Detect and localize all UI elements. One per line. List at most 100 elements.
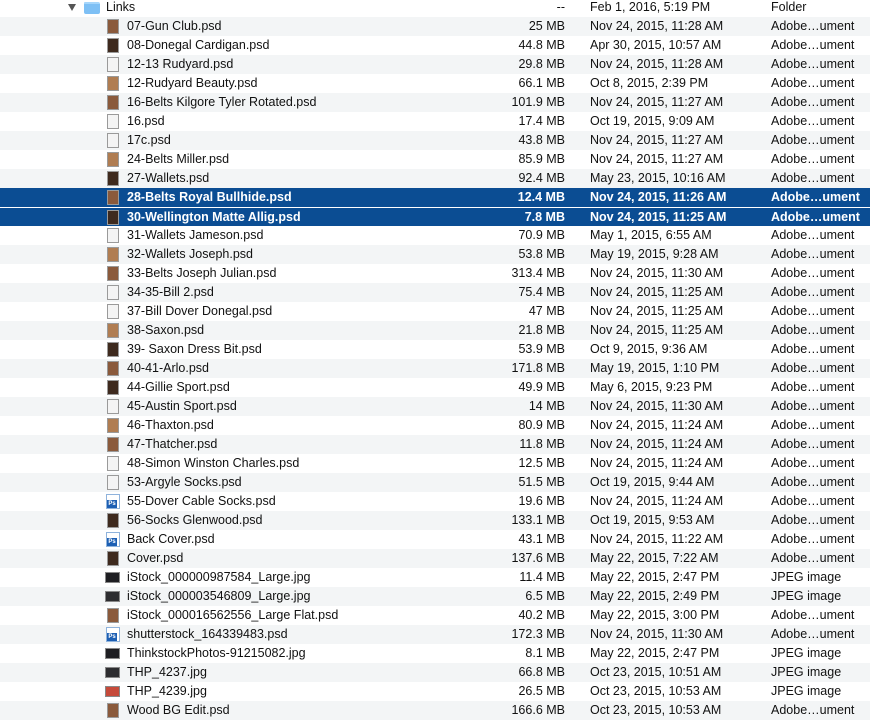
file-kind: Adobe…ument bbox=[771, 361, 855, 375]
file-name: 27-Wallets.psd bbox=[127, 171, 210, 185]
file-row[interactable]: 38-Saxon.psd 21.8 MB Nov 24, 2015, 11:25 A… bbox=[0, 321, 870, 340]
folder-row-links[interactable]: Links -- Feb 1, 2016, 5:19 PM Folder bbox=[0, 0, 870, 17]
jpeg-thumbnail-icon bbox=[105, 667, 120, 678]
file-size: 29.8 MB bbox=[518, 57, 565, 71]
file-row[interactable]: 31-Wallets Jameson.psd 70.9 MB May 1, 2015… bbox=[0, 226, 870, 245]
file-row[interactable]: 16-Belts Kilgore Tyler Rotated.psd 101.9 … bbox=[0, 93, 870, 112]
file-row[interactable]: Wood BG Edit.psd 166.6 MB Oct 23, 2015, 10… bbox=[0, 701, 870, 720]
file-row[interactable]: iStock_000003546809_Large.jpg 6.5 MB May 2… bbox=[0, 587, 870, 606]
file-row[interactable]: 33-Belts Joseph Julian.psd 313.4 MB Nov 24… bbox=[0, 264, 870, 283]
file-row[interactable]: 30-Wellington Matte Allig.psd 7.8 MB Nov 2… bbox=[0, 207, 870, 226]
psd-thumbnail-icon bbox=[107, 76, 119, 91]
file-row[interactable]: 12-Rudyard Beauty.psd 66.1 MB Oct 8, 2015,… bbox=[0, 74, 870, 93]
file-size: 43.1 MB bbox=[518, 532, 565, 546]
file-row[interactable]: 47-Thatcher.psd 11.8 MB Nov 24, 2015, 11:2… bbox=[0, 435, 870, 454]
file-name: 46-Thaxton.psd bbox=[127, 418, 214, 432]
file-row[interactable]: 45-Austin Sport.psd 14 MB Nov 24, 2015, 11… bbox=[0, 397, 870, 416]
file-size: 43.8 MB bbox=[518, 133, 565, 147]
file-row[interactable]: iStock_000016562556_Large Flat.psd 40.2 M… bbox=[0, 606, 870, 625]
file-name: 12-Rudyard Beauty.psd bbox=[127, 76, 258, 90]
psd-thumbnail-icon bbox=[107, 210, 119, 225]
file-date: Oct 19, 2015, 9:53 AM bbox=[590, 513, 715, 527]
file-row[interactable]: 28-Belts Royal Bullhide.psd 12.4 MB Nov 24… bbox=[0, 188, 870, 207]
file-row[interactable]: 24-Belts Miller.psd 85.9 MB Nov 24, 2015, … bbox=[0, 150, 870, 169]
file-row[interactable]: Cover.psd 137.6 MB May 22, 2015, 7:22 AM Ad… bbox=[0, 549, 870, 568]
file-row[interactable]: 48-Simon Winston Charles.psd 12.5 MB Nov 2… bbox=[0, 454, 870, 473]
file-size: 21.8 MB bbox=[518, 323, 565, 337]
file-name: 32-Wallets Joseph.psd bbox=[127, 247, 253, 261]
file-row[interactable]: 27-Wallets.psd 92.4 MB May 23, 2015, 10:16… bbox=[0, 169, 870, 188]
file-kind: Adobe…ument bbox=[771, 76, 855, 90]
file-name: 44-Gillie Sport.psd bbox=[127, 380, 230, 394]
file-row[interactable]: 34-35-Bill 2.psd 75.4 MB Nov 24, 2015, 11:… bbox=[0, 283, 870, 302]
psd-thumbnail-icon bbox=[107, 399, 119, 414]
psd-thumbnail-icon bbox=[107, 133, 119, 148]
file-name: THP_4239.jpg bbox=[127, 684, 207, 698]
file-name: 45-Austin Sport.psd bbox=[127, 399, 237, 413]
file-kind: Adobe…ument bbox=[771, 209, 860, 224]
file-name: Wood BG Edit.psd bbox=[127, 703, 230, 717]
file-row[interactable]: 39- Saxon Dress Bit.psd 53.9 MB Oct 9, 201… bbox=[0, 340, 870, 359]
file-name: 31-Wallets Jameson.psd bbox=[127, 228, 264, 242]
file-row[interactable]: 17c.psd 43.8 MB Nov 24, 2015, 11:27 AM Adob… bbox=[0, 131, 870, 150]
psd-thumbnail-icon bbox=[107, 475, 119, 490]
psd-thumbnail-icon bbox=[107, 57, 119, 72]
file-date: Nov 24, 2015, 11:28 AM bbox=[590, 57, 724, 71]
file-size: 75.4 MB bbox=[518, 285, 565, 299]
psd-thumbnail-icon bbox=[107, 304, 119, 319]
file-date: Nov 24, 2015, 11:30 AM bbox=[590, 399, 724, 413]
file-date: Nov 24, 2015, 11:30 AM bbox=[590, 627, 724, 641]
disclosure-triangle-icon[interactable] bbox=[66, 0, 78, 17]
file-date: Nov 24, 2015, 11:27 AM bbox=[590, 95, 724, 109]
file-row[interactable]: 55-Dover Cable Socks.psd 19.6 MB Nov 24, 2… bbox=[0, 492, 870, 511]
file-row[interactable]: 56-Socks Glenwood.psd 133.1 MB Oct 19, 201… bbox=[0, 511, 870, 530]
file-date: Nov 24, 2015, 11:24 AM bbox=[590, 494, 724, 508]
file-row[interactable]: THP_4237.jpg 66.8 MB Oct 23, 2015, 10:51 A… bbox=[0, 663, 870, 682]
file-size: 92.4 MB bbox=[518, 171, 565, 185]
file-date: May 22, 2015, 2:49 PM bbox=[590, 589, 720, 603]
file-kind: Adobe…ument bbox=[771, 703, 855, 717]
file-name: Cover.psd bbox=[127, 551, 184, 565]
file-row[interactable]: shutterstock_164339483.psd 172.3 MB Nov 24… bbox=[0, 625, 870, 644]
file-row[interactable]: THP_4239.jpg 26.5 MB Oct 23, 2015, 10:53 A… bbox=[0, 682, 870, 701]
file-row[interactable]: ThinkstockPhotos-91215082.jpg 8.1 MB May 2… bbox=[0, 644, 870, 663]
file-kind: Adobe…ument bbox=[771, 247, 855, 261]
psd-thumbnail-icon bbox=[107, 38, 119, 53]
file-row[interactable]: Back Cover.psd 43.1 MB Nov 24, 2015, 11:22… bbox=[0, 530, 870, 549]
file-row[interactable]: 07-Gun Club.psd 25 MB Nov 24, 2015, 11:28 … bbox=[0, 17, 870, 36]
file-row[interactable]: 32-Wallets Joseph.psd 53.8 MB May 19, 2015… bbox=[0, 245, 870, 264]
file-row[interactable]: iStock_000000987584_Large.jpg 11.4 MB May … bbox=[0, 568, 870, 587]
file-name: 53-Argyle Socks.psd bbox=[127, 475, 242, 489]
file-size: 19.6 MB bbox=[518, 494, 565, 508]
file-row[interactable]: 46-Thaxton.psd 80.9 MB Nov 24, 2015, 11:24… bbox=[0, 416, 870, 435]
file-kind: Adobe…ument bbox=[771, 608, 855, 622]
file-kind: Adobe…ument bbox=[771, 228, 855, 242]
file-size: 313.4 MB bbox=[511, 266, 565, 280]
file-row[interactable]: 16.psd 17.4 MB Oct 19, 2015, 9:09 AM Adobe…… bbox=[0, 112, 870, 131]
file-date: Oct 9, 2015, 9:36 AM bbox=[590, 342, 708, 356]
file-name: iStock_000000987584_Large.jpg bbox=[127, 570, 311, 584]
file-date: Nov 24, 2015, 11:24 AM bbox=[590, 456, 724, 470]
file-kind: Adobe…ument bbox=[771, 627, 855, 641]
file-kind: JPEG image bbox=[771, 665, 842, 679]
psd-thumbnail-icon bbox=[107, 437, 119, 452]
file-row[interactable]: 08-Donegal Cardigan.psd 44.8 MB Apr 30, 20… bbox=[0, 36, 870, 55]
file-name: 48-Simon Winston Charles.psd bbox=[127, 456, 300, 470]
file-name: iStock_000016562556_Large Flat.psd bbox=[127, 608, 339, 622]
file-row[interactable]: 40-41-Arlo.psd 171.8 MB May 19, 2015, 1:10… bbox=[0, 359, 870, 378]
file-row[interactable]: 37-Bill Dover Donegal.psd 47 MB Nov 24, 20… bbox=[0, 302, 870, 321]
file-date: May 1, 2015, 6:55 AM bbox=[590, 228, 712, 242]
file-row[interactable]: 53-Argyle Socks.psd 51.5 MB Oct 19, 2015, … bbox=[0, 473, 870, 492]
file-kind: Adobe…ument bbox=[771, 456, 855, 470]
file-kind: Adobe…ument bbox=[771, 95, 855, 109]
file-row[interactable]: 12-13 Rudyard.psd 29.8 MB Nov 24, 2015, 11… bbox=[0, 55, 870, 74]
photoshop-document-icon bbox=[106, 494, 120, 509]
psd-thumbnail-icon bbox=[107, 342, 119, 357]
psd-thumbnail-icon bbox=[107, 19, 119, 34]
file-size: 25 MB bbox=[528, 19, 565, 33]
file-date: Nov 24, 2015, 11:27 AM bbox=[590, 152, 724, 166]
file-list: Links -- Feb 1, 2016, 5:19 PM Folder 07-… bbox=[0, 0, 870, 724]
file-kind: JPEG image bbox=[771, 570, 842, 584]
file-row[interactable]: 44-Gillie Sport.psd 49.9 MB May 6, 2015, 9… bbox=[0, 378, 870, 397]
file-kind: Adobe…ument bbox=[771, 494, 855, 508]
